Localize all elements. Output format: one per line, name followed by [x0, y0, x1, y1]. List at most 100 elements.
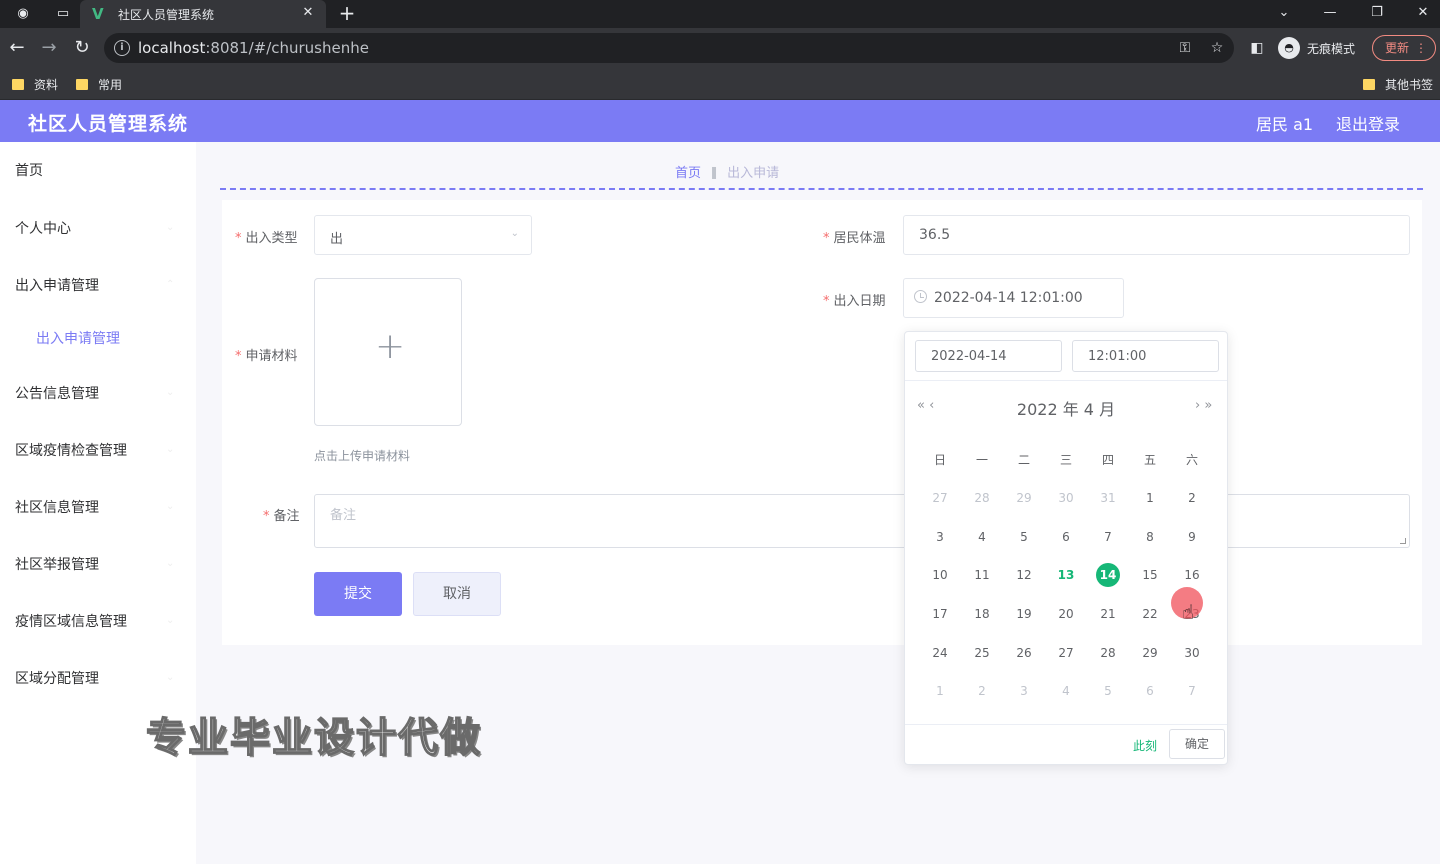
picker-day-outside-month[interactable]: 28: [970, 486, 994, 510]
sidebar-item-epidemic-area-info[interactable]: 疫情区域信息管理: [15, 611, 127, 631]
picker-day[interactable]: 16: [1180, 563, 1204, 587]
close-tab-icon[interactable]: ✕: [300, 5, 316, 21]
picker-day[interactable]: 20: [1054, 602, 1078, 626]
address-bar[interactable]: i localhost:8081/#/churushenhe ⚿ ☆: [104, 33, 1234, 63]
confirm-button[interactable]: 确定: [1169, 729, 1225, 759]
picker-day-outside-month[interactable]: 29: [1012, 486, 1036, 510]
picker-day[interactable]: 25: [970, 641, 994, 665]
tab-search-chevron-icon[interactable]: ⌄: [1272, 3, 1296, 23]
new-tab-icon[interactable]: +: [336, 3, 358, 25]
picker-day-outside-month[interactable]: 30: [1054, 486, 1078, 510]
picker-day[interactable]: 24: [928, 641, 952, 665]
weekday-header: 四: [1101, 453, 1114, 467]
tab-list-icon[interactable]: ▭: [54, 5, 72, 23]
temperature-input[interactable]: 36.5: [903, 215, 1410, 255]
browser-tab[interactable]: V 社区人员管理系统 ✕: [80, 0, 326, 28]
password-key-icon[interactable]: ⚿: [1176, 39, 1194, 57]
weekday-header: 三: [1059, 453, 1072, 467]
sidebar-item-home[interactable]: 首页: [15, 160, 43, 180]
picker-day-outside-month[interactable]: 31: [1096, 486, 1120, 510]
picker-day-outside-month[interactable]: 6: [1138, 679, 1162, 703]
bookmark-folder-changyong[interactable]: 常用: [76, 74, 122, 94]
picker-day[interactable]: 8: [1138, 525, 1162, 549]
bookmark-star-icon[interactable]: ☆: [1208, 39, 1226, 57]
picker-date-input[interactable]: 2022-04-14: [915, 340, 1062, 372]
picker-day[interactable]: 21: [1096, 602, 1120, 626]
reload-icon[interactable]: ↻: [72, 38, 92, 58]
tab-title: 社区人员管理系统: [118, 8, 215, 22]
sidebar-item-community-info[interactable]: 社区信息管理: [15, 497, 99, 517]
sidebar-item-access-application[interactable]: 出入申请管理: [15, 275, 99, 295]
picker-time-input[interactable]: 12:01:00: [1072, 340, 1219, 372]
picker-day[interactable]: 5: [1012, 525, 1036, 549]
picker-day-outside-month[interactable]: 1: [928, 679, 952, 703]
logout-link[interactable]: 退出登录: [1336, 111, 1400, 135]
weekday-header: 六: [1185, 453, 1198, 467]
weekday-header: 日: [933, 453, 946, 467]
close-window-icon[interactable]: ✕: [1411, 3, 1435, 23]
sidebar-subitem-access-application[interactable]: 出入申请管理: [36, 328, 120, 348]
picker-day[interactable]: 3: [928, 525, 952, 549]
resize-handle-icon[interactable]: [1400, 538, 1406, 544]
picker-day[interactable]: 4: [970, 525, 994, 549]
picker-day[interactable]: 18: [970, 602, 994, 626]
picker-day[interactable]: 6: [1054, 525, 1078, 549]
next-month-year-icon[interactable]: › »: [1195, 398, 1212, 413]
back-icon[interactable]: ←: [7, 38, 27, 58]
picker-day[interactable]: 27: [1054, 641, 1078, 665]
restore-icon[interactable]: ❐: [1365, 3, 1389, 23]
upload-area[interactable]: +: [314, 278, 462, 426]
chevron-down-icon: ⌄: [166, 501, 175, 512]
breadcrumb-home[interactable]: 首页: [675, 162, 701, 181]
sidebar-item-announcements[interactable]: 公告信息管理: [15, 383, 99, 403]
hand-cursor-icon: ☝: [1182, 600, 1195, 624]
update-button[interactable]: 更新 ⋮: [1372, 35, 1436, 61]
picker-day[interactable]: 10: [928, 563, 952, 587]
date-input[interactable]: 2022-04-14 12:01:00: [903, 278, 1124, 318]
site-info-icon[interactable]: i: [114, 40, 130, 56]
picker-day[interactable]: 11: [970, 563, 994, 587]
picker-day-outside-month[interactable]: 7: [1180, 679, 1204, 703]
picker-day[interactable]: 26: [1012, 641, 1036, 665]
picker-day[interactable]: 19: [1012, 602, 1036, 626]
picker-day[interactable]: 2: [1180, 486, 1204, 510]
incognito-profile[interactable]: ◓ 无痕模式: [1278, 36, 1355, 60]
picker-day[interactable]: 14: [1096, 563, 1120, 587]
now-link[interactable]: 此刻: [1133, 737, 1157, 754]
picker-day[interactable]: 30: [1180, 641, 1204, 665]
remark-textarea[interactable]: 备注: [314, 494, 1410, 548]
type-select[interactable]: 出 ⌄: [314, 215, 532, 255]
minimize-icon[interactable]: —: [1318, 3, 1342, 23]
other-bookmarks[interactable]: 其他书签: [1363, 74, 1433, 94]
sidebar-item-area-epidemic-check[interactable]: 区域疫情检查管理: [15, 440, 127, 460]
bookmarks-bar: 资料 常用 其他书签: [0, 68, 1440, 100]
incognito-globe-icon[interactable]: ◉: [14, 5, 32, 23]
picker-day-outside-month[interactable]: 3: [1012, 679, 1036, 703]
picker-day[interactable]: 17: [928, 602, 952, 626]
picker-day[interactable]: 1: [1138, 486, 1162, 510]
sidebar-item-community-reports[interactable]: 社区举报管理: [15, 554, 99, 574]
more-menu-icon[interactable]: ⋮: [1415, 36, 1427, 60]
picker-day[interactable]: 7: [1096, 525, 1120, 549]
picker-day[interactable]: 29: [1138, 641, 1162, 665]
picker-day[interactable]: 12: [1012, 563, 1036, 587]
forward-icon[interactable]: →: [39, 38, 59, 58]
picker-day[interactable]: 13: [1054, 563, 1078, 587]
remark-label: * 备注: [263, 509, 300, 524]
side-panel-icon[interactable]: ◧: [1248, 39, 1266, 57]
divider: [220, 188, 1423, 190]
picker-day[interactable]: 22: [1138, 602, 1162, 626]
submit-button[interactable]: 提交: [314, 572, 402, 616]
cancel-button[interactable]: 取消: [413, 572, 501, 616]
picker-day-outside-month[interactable]: 4: [1054, 679, 1078, 703]
picker-day-outside-month[interactable]: 2: [970, 679, 994, 703]
picker-day[interactable]: 15: [1138, 563, 1162, 587]
picker-day-outside-month[interactable]: 5: [1096, 679, 1120, 703]
picker-day-outside-month[interactable]: 27: [928, 486, 952, 510]
datetime-picker: 2022-04-14 12:01:00 « ‹ 2022 年 4 月 › » 此…: [904, 331, 1228, 765]
sidebar-item-area-allocation[interactable]: 区域分配管理: [15, 668, 99, 688]
picker-day[interactable]: 28: [1096, 641, 1120, 665]
picker-day[interactable]: 9: [1180, 525, 1204, 549]
bookmark-folder-ziliao[interactable]: 资料: [12, 74, 58, 94]
sidebar-item-personal-center[interactable]: 个人中心: [15, 218, 71, 238]
